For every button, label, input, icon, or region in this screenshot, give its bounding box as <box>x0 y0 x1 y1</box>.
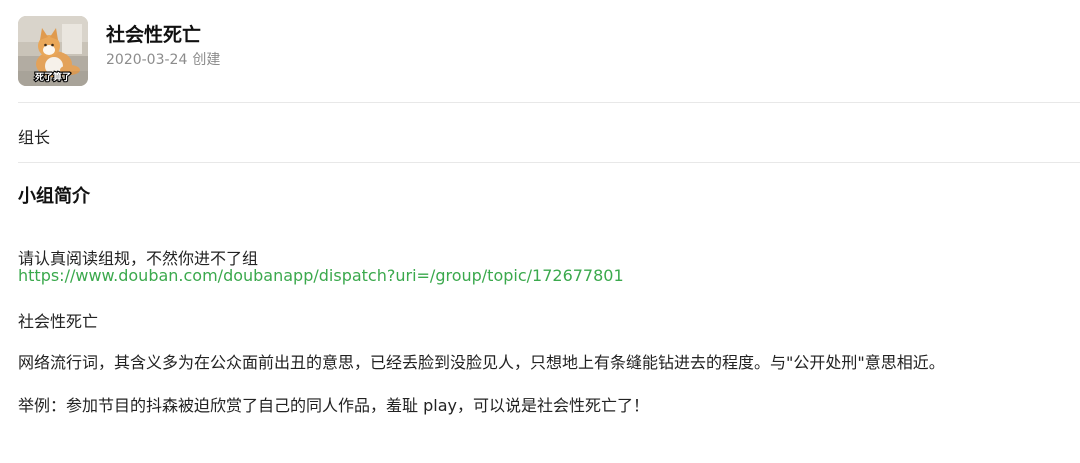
divider <box>18 102 1080 103</box>
created-date-line: 2020-03-24 创建 <box>106 49 220 69</box>
cat-avatar-image: 死了算了 <box>18 16 88 86</box>
intro-term: 社会性死亡 <box>18 312 99 331</box>
rule-link[interactable]: https://www.douban.com/doubanapp/dispatc… <box>18 266 624 285</box>
avatar-caption: 死了算了 <box>34 71 71 83</box>
avatar[interactable]: 死了算了 <box>18 16 88 86</box>
intro-example: 举例：参加节目的抖森被迫欣赏了自己的同人作品，羞耻 play，可以说是社会性死亡… <box>18 396 649 415</box>
intro-definition: 网络流行词，其含义多为在公众面前出丑的意思，已经丢脸到没脸见人，只想地上有条缝能… <box>18 353 945 372</box>
divider <box>18 162 1080 163</box>
member-role: 组长 <box>18 128 51 147</box>
created-date: 2020-03-24 <box>106 52 188 68</box>
created-label: 创建 <box>192 52 221 68</box>
intro-section-title: 小组简介 <box>18 186 90 207</box>
group-title: 社会性死亡 <box>106 24 202 46</box>
group-header: 死了算了 社会性死亡 2020-03-24 创建 <box>18 16 1078 86</box>
